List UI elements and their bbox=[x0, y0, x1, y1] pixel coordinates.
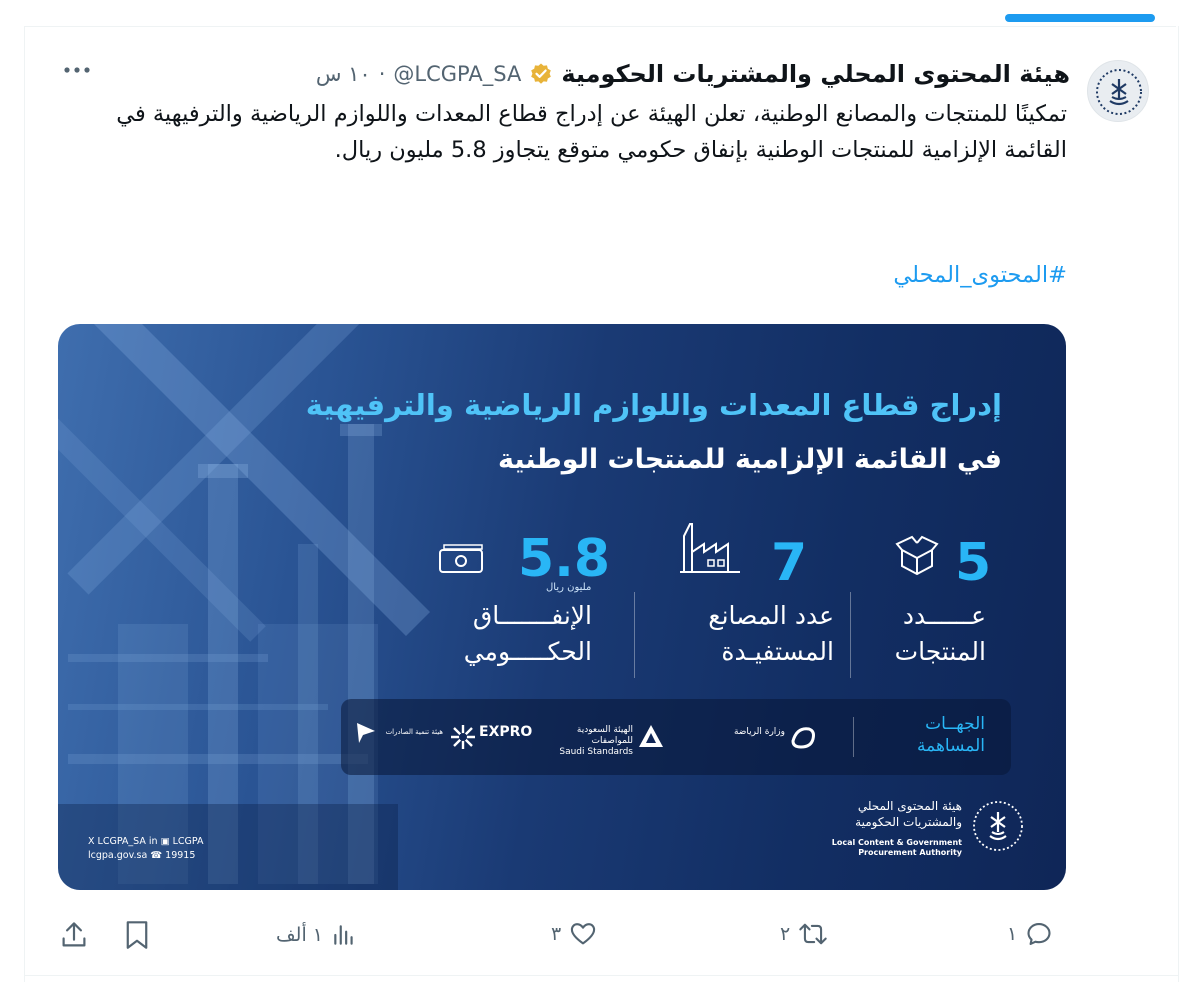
expro-name: EXPRO bbox=[479, 724, 533, 740]
saso-name: الهيئة السعودية للمواصفات Saudi Standard… bbox=[555, 725, 633, 758]
partners-label-line2: المساهمة bbox=[917, 736, 985, 756]
tweet-text: تمكينًا للمنتجات والمصانع الوطنية، تعلن … bbox=[116, 101, 1067, 163]
card-title-line1: إدراج قطاع المعدات واللوازم الرياضية وال… bbox=[305, 388, 1002, 422]
expro-logo bbox=[451, 725, 475, 749]
partners-label: الجهــات المساهمة bbox=[917, 713, 985, 757]
stat-factories-label-line1: عدد المصانع bbox=[708, 601, 834, 630]
stat-products-label-line1: عــــــدد bbox=[902, 601, 986, 630]
display-name[interactable]: هيئة المحتوى المحلي والمشتريات الحكومية bbox=[561, 60, 1070, 88]
stat-spending-label-line1: الإنفـــــــاق bbox=[472, 601, 592, 630]
tweet-action-bar: ١ ٢ ٣ ١ ألف bbox=[0, 916, 1200, 956]
like-count: ٣ bbox=[551, 923, 562, 945]
export-authority-logo bbox=[357, 723, 375, 743]
export-authority-name: هيئة تنمية الصادرات bbox=[385, 728, 443, 736]
lcgpa-name-ar: هيئة المحتوى المحلي والمشتريات الحكومية bbox=[855, 798, 962, 830]
stat-spending-number: 5.8 bbox=[518, 529, 611, 589]
repost-icon bbox=[799, 923, 827, 945]
timestamp[interactable]: ١٠ س bbox=[316, 62, 371, 86]
sports-ministry-logo bbox=[791, 727, 815, 749]
money-icon bbox=[439, 544, 483, 573]
avatar[interactable] bbox=[1087, 60, 1149, 122]
stat-products-number: 5 bbox=[955, 533, 992, 593]
stat-spending-label-line2: الحكـــــومي bbox=[463, 637, 592, 666]
reply-icon bbox=[1027, 923, 1051, 945]
tweet-media-image[interactable]: إدراج قطاع المعدات واللوازم الرياضية وال… bbox=[58, 324, 1066, 890]
views-button[interactable]: ١ ألف bbox=[276, 922, 357, 948]
tweet-header: هيئة المحتوى المحلي والمشتريات الحكومية … bbox=[316, 56, 1070, 92]
views-chart-icon bbox=[334, 925, 353, 945]
saso-name-ar: الهيئة السعودية للمواصفات bbox=[576, 725, 633, 746]
hashtag-link[interactable]: #المحتوى_المحلي bbox=[893, 262, 1067, 288]
bookmark-icon[interactable] bbox=[124, 920, 150, 950]
stat-divider bbox=[850, 592, 851, 678]
more-options-icon[interactable] bbox=[60, 60, 94, 84]
timeline-left-border bbox=[24, 26, 25, 982]
lcgpa-name-ar-line1: هيئة المحتوى المحلي bbox=[857, 799, 962, 813]
views-count: ١ ألف bbox=[276, 924, 323, 946]
reply-count: ١ bbox=[1007, 923, 1018, 945]
sports-ministry-name: وزارة الرياضة bbox=[733, 727, 785, 737]
contact-web-phone: lcgpa.gov.sa ☎ 19915 bbox=[88, 850, 196, 861]
card-title-line2: في القائمة الإلزامية للمنتجات الوطنية bbox=[497, 444, 1002, 475]
lcgpa-name-en-line1: Local Content & Government bbox=[831, 838, 962, 847]
lcgpa-name-en-line2: Procurement Authority bbox=[858, 848, 962, 857]
lcgpa-logo-icon bbox=[1096, 69, 1142, 115]
handle[interactable]: @LCGPA_SA bbox=[393, 62, 521, 86]
separator-dot: · bbox=[378, 62, 386, 86]
repost-button[interactable]: ٢ bbox=[780, 920, 828, 948]
partners-divider bbox=[853, 717, 854, 757]
reply-button[interactable]: ١ bbox=[1007, 920, 1053, 948]
saso-name-en: Saudi Standards bbox=[559, 747, 633, 757]
box-icon bbox=[895, 535, 939, 576]
share-icon[interactable] bbox=[60, 920, 88, 950]
like-button[interactable]: ٣ bbox=[551, 920, 597, 948]
tweet-bottom-border bbox=[24, 975, 1178, 976]
partners-strip: الجهــات المساهمة وزارة الرياضة الهيئة ا… bbox=[341, 699, 1011, 775]
repost-count: ٢ bbox=[780, 923, 791, 945]
verified-badge-icon bbox=[531, 63, 552, 84]
saso-logo bbox=[639, 725, 663, 747]
stat-spending-unit: مليون ريال bbox=[546, 582, 592, 593]
heart-icon bbox=[571, 923, 596, 945]
factory-icon bbox=[680, 523, 740, 573]
partners-label-line1: الجهــات bbox=[925, 714, 985, 734]
stat-factories-number: 7 bbox=[771, 533, 808, 593]
contact-social: X LCGPA_SA in ▣ LCGPA bbox=[88, 836, 204, 847]
stat-factories-label-line2: المستفيـدة bbox=[721, 637, 834, 666]
lcgpa-logo-icon bbox=[973, 801, 1023, 851]
timeline-separator bbox=[24, 26, 1176, 27]
lcgpa-name-en: Local Content & Government Procurement A… bbox=[832, 838, 962, 858]
stat-divider bbox=[634, 592, 635, 678]
active-tab-indicator bbox=[1005, 14, 1155, 22]
timeline-right-border bbox=[1178, 26, 1179, 982]
stat-products-label-line2: المنتجات bbox=[894, 637, 986, 666]
lcgpa-name-ar-line2: والمشتريات الحكومية bbox=[855, 815, 962, 829]
